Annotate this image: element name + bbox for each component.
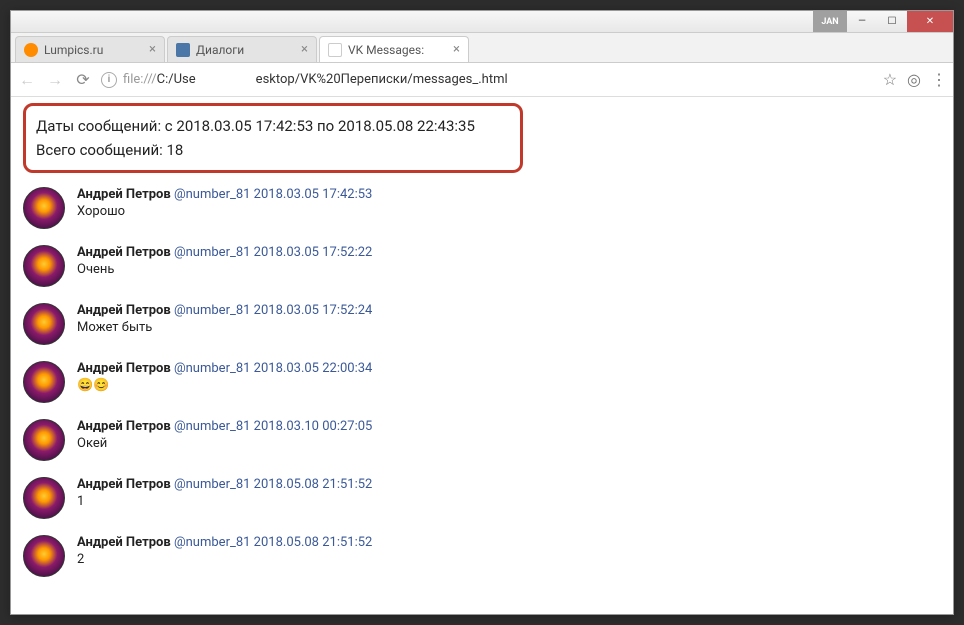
url-bar: ← → ⟳ i file:///C:/Usеesktop/VK%20Перепи…	[11, 63, 953, 97]
avatar	[23, 477, 65, 519]
forward-button[interactable]: →	[45, 70, 65, 90]
site-info-icon[interactable]: i	[101, 72, 117, 88]
tab-close-icon[interactable]: ×	[453, 42, 460, 57]
message-body: Андрей Петров @number_81 2018.03.05 17:4…	[77, 187, 372, 229]
message-header: Андрей Петров @number_81 2018.03.10 00:2…	[77, 419, 372, 434]
message-text: 1	[77, 494, 372, 509]
message-body: Андрей Петров @number_81 2018.05.08 21:5…	[77, 477, 372, 519]
titlebar-badge-jan: JAN	[813, 11, 847, 32]
sender-name: Андрей Петров	[77, 419, 171, 434]
file-icon	[328, 43, 342, 57]
sender-name: Андрей Петров	[77, 361, 171, 376]
message-text: 2	[77, 552, 372, 567]
message-body: Андрей Петров @number_81 2018.03.10 00:2…	[77, 419, 372, 461]
message-row: Андрей Петров @number_81 2018.03.05 17:5…	[23, 303, 953, 345]
tab-title: Lumpics.ru	[44, 43, 143, 57]
total-messages: Всего сообщений: 18	[36, 138, 510, 162]
message-header: Андрей Петров @number_81 2018.03.05 17:5…	[77, 245, 372, 260]
sender-handle[interactable]: @number_81 2018.03.05 17:52:24	[174, 303, 372, 318]
url-text: file:///C:/Usеesktop/VK%20Переписки/mess…	[123, 72, 875, 87]
message-row: Андрей Петров @number_81 2018.05.08 21:5…	[23, 477, 953, 519]
tab-vk-messages[interactable]: VK Messages: ×	[319, 36, 469, 62]
tab-strip: Lumpics.ru × Диалоги × VK Messages: ×	[11, 33, 953, 63]
message-text: Может быть	[77, 320, 372, 335]
message-header: Андрей Петров @number_81 2018.05.08 21:5…	[77, 477, 372, 492]
message-header: Андрей Петров @number_81 2018.03.05 17:4…	[77, 187, 372, 202]
message-header: Андрей Петров @number_81 2018.03.05 22:0…	[77, 361, 372, 376]
sender-name: Андрей Петров	[77, 187, 171, 202]
avatar	[23, 303, 65, 345]
close-button[interactable]: ✕	[907, 11, 953, 32]
avatar	[23, 419, 65, 461]
sender-handle[interactable]: @number_81 2018.03.10 00:27:05	[174, 419, 372, 434]
tab-dialogs[interactable]: Диалоги ×	[167, 36, 317, 62]
avatar	[23, 535, 65, 577]
sender-handle[interactable]: @number_81 2018.03.05 22:00:34	[174, 361, 372, 376]
url-actions: ☆ ◎ ⋮	[883, 70, 947, 89]
message-body: Андрей Петров @number_81 2018.03.05 17:5…	[77, 245, 372, 287]
tab-lumpics[interactable]: Lumpics.ru ×	[15, 36, 165, 62]
titlebar-left	[11, 11, 813, 32]
favicon-icon	[24, 43, 38, 57]
message-header: Андрей Петров @number_81 2018.03.05 17:5…	[77, 303, 372, 318]
message-text: Окей	[77, 436, 372, 451]
tab-close-icon[interactable]: ×	[149, 42, 156, 57]
dates-range: Даты сообщений: с 2018.03.05 17:42:53 по…	[36, 114, 510, 138]
favicon-icon	[176, 43, 190, 57]
message-body: Андрей Петров @number_81 2018.05.08 21:5…	[77, 535, 372, 577]
tab-title: Диалоги	[196, 43, 295, 57]
avatar	[23, 361, 65, 403]
browser-window: JAN — ☐ ✕ Lumpics.ru × Диалоги × VK Mess…	[10, 10, 954, 615]
message-row: Андрей Петров @number_81 2018.03.05 22:0…	[23, 361, 953, 403]
message-row: Андрей Петров @number_81 2018.03.10 00:2…	[23, 419, 953, 461]
sender-handle[interactable]: @number_81 2018.03.05 17:52:22	[174, 245, 372, 260]
maximize-button[interactable]: ☐	[877, 11, 907, 32]
back-button[interactable]: ←	[17, 70, 37, 90]
sender-handle[interactable]: @number_81 2018.05.08 21:51:52	[174, 535, 372, 550]
message-body: Андрей Петров @number_81 2018.03.05 17:5…	[77, 303, 372, 345]
address-input[interactable]: i file:///C:/Usеesktop/VK%20Переписки/me…	[101, 72, 875, 88]
sender-name: Андрей Петров	[77, 303, 171, 318]
kebab-menu-icon[interactable]: ⋮	[931, 70, 947, 89]
page-content: Даты сообщений: с 2018.03.05 17:42:53 по…	[11, 97, 953, 614]
avatar	[23, 245, 65, 287]
message-text: Хорошо	[77, 204, 372, 219]
reload-button[interactable]: ⟳	[73, 70, 93, 89]
message-body: Андрей Петров @number_81 2018.03.05 22:0…	[77, 361, 372, 403]
tab-close-icon[interactable]: ×	[301, 42, 308, 57]
message-row: Андрей Петров @number_81 2018.03.05 17:5…	[23, 245, 953, 287]
scroll-area[interactable]: Даты сообщений: с 2018.03.05 17:42:53 по…	[11, 97, 953, 614]
messages-list: Андрей Петров @number_81 2018.03.05 17:4…	[19, 187, 953, 577]
message-row: Андрей Петров @number_81 2018.05.08 21:5…	[23, 535, 953, 577]
message-text: 😄😊	[77, 378, 372, 393]
message-header: Андрей Петров @number_81 2018.05.08 21:5…	[77, 535, 372, 550]
extension-icon[interactable]: ◎	[907, 70, 921, 89]
tab-title: VK Messages:	[348, 43, 447, 57]
minimize-button[interactable]: —	[847, 11, 877, 32]
sender-name: Андрей Петров	[77, 245, 171, 260]
window-titlebar: JAN — ☐ ✕	[11, 11, 953, 33]
bookmark-star-icon[interactable]: ☆	[883, 70, 897, 89]
sender-name: Андрей Петров	[77, 535, 171, 550]
summary-box: Даты сообщений: с 2018.03.05 17:42:53 по…	[23, 103, 523, 173]
sender-name: Андрей Петров	[77, 477, 171, 492]
avatar	[23, 187, 65, 229]
message-text: Очень	[77, 262, 372, 277]
message-row: Андрей Петров @number_81 2018.03.05 17:4…	[23, 187, 953, 229]
sender-handle[interactable]: @number_81 2018.05.08 21:51:52	[174, 477, 372, 492]
sender-handle[interactable]: @number_81 2018.03.05 17:42:53	[174, 187, 372, 202]
